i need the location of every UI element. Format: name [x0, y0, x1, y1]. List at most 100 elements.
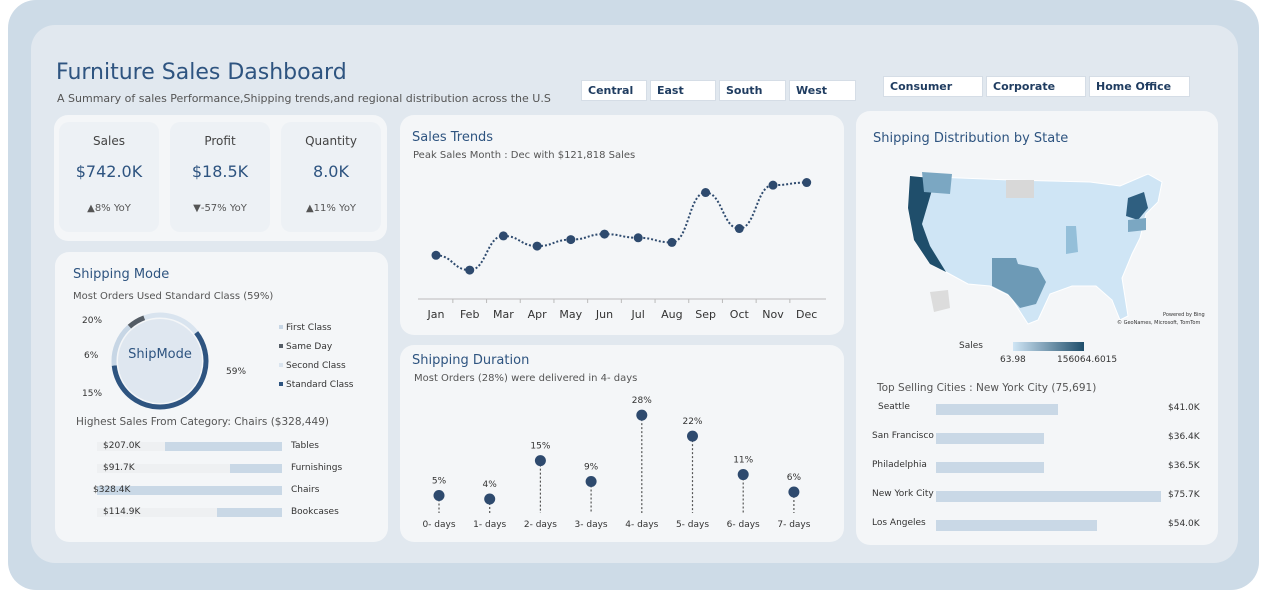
map-credit-bing: Powered by Bing: [1163, 312, 1205, 318]
city-label-philadelphia: Philadelphia: [872, 460, 927, 470]
shipping-mode-subtitle: Most Orders Used Standard Class (59%): [73, 291, 274, 302]
duration-tick-7-days: 7- days: [777, 520, 810, 530]
duration-label-3-days: 9%: [584, 463, 599, 473]
kpi-profit-value: $18.5K: [191, 162, 249, 181]
category-value-tables: $207.0K: [103, 441, 141, 451]
cities-title: Top Selling Cities : New York City (75,6…: [877, 382, 1097, 394]
slicer-segment-corporate[interactable]: Corporate: [986, 76, 1086, 97]
duration-label-4-days: 28%: [632, 396, 652, 406]
duration-tick-1-days: 1- days: [473, 520, 506, 530]
north-dakota-state: [1006, 180, 1034, 198]
shipping-mode-title: Shipping Mode: [73, 267, 170, 282]
kpi-sales-yoy: ▲8% YoY: [87, 203, 131, 214]
slicer-region-south[interactable]: South: [719, 80, 786, 101]
city-bar-new-york-city: [936, 491, 1161, 502]
city-bar-los-angeles: [936, 520, 1097, 531]
legend-swatch-same-day: [279, 344, 283, 348]
trend-tick-feb: Feb: [460, 308, 479, 321]
slicer-segment-home-office[interactable]: Home Office: [1089, 76, 1190, 97]
us-state-map: [907, 172, 1163, 325]
legend-swatch-standard-class: [279, 382, 283, 386]
duration-tick-0-days: 0- days: [422, 520, 455, 530]
trend-point-feb: [465, 265, 475, 275]
shipping-duration-title: Shipping Duration: [412, 353, 530, 368]
duration-label-5-days: 22%: [682, 417, 702, 427]
duration-label-6-days: 11%: [733, 456, 753, 466]
washington-state: [922, 172, 952, 194]
trend-point-jan: [431, 250, 441, 260]
donut-label-same-day: 6%: [84, 351, 99, 361]
shipping-duration-subtitle: Most Orders (28%) were delivered in 4- d…: [414, 373, 638, 384]
category-label-tables: Tables: [291, 441, 319, 451]
trend-point-aug: [667, 237, 677, 247]
alaska-shape: [930, 290, 950, 312]
category-bar-tables: [165, 442, 282, 451]
city-value-new-york-city: $75.7K: [1168, 490, 1200, 500]
duration-label-2-days: 15%: [530, 442, 550, 452]
shipmode-donut-chart: ShipMode 20% 6% 15% 59% First Class Same…: [82, 312, 354, 410]
map-title: Shipping Distribution by State: [873, 131, 1069, 146]
sales-trends-subtitle: Peak Sales Month : Dec with $121,818 Sal…: [413, 150, 636, 161]
map-legend-gradient: [1013, 342, 1084, 351]
donut-label-first-class: 15%: [82, 389, 102, 399]
page-title: Furniture Sales Dashboard: [56, 60, 347, 85]
trend-tick-jul: Jul: [631, 308, 645, 321]
trend-tick-oct: Oct: [730, 308, 750, 321]
duration-tick-6-days: 6- days: [727, 520, 760, 530]
category-bar-furnishings: [230, 464, 282, 473]
map-credit-geonames: © GeoNames, Microsoft, TomTom: [1117, 320, 1201, 326]
city-label-san-francisco: San Francisco: [872, 431, 934, 441]
map-legend-max: 156064.6015: [1057, 355, 1118, 365]
duration-point-1-days: [484, 493, 496, 505]
city-value-san-francisco: $36.4K: [1168, 432, 1200, 442]
shipping-duration-lollipop-chart: 5% 0- days 4% 1- days 15% 2- days 9% 3- days 28%…: [422, 396, 810, 530]
legend-same-day: Same Day: [286, 342, 333, 352]
slicer-segment-consumer[interactable]: Consumer: [883, 76, 983, 97]
trend-point-jul: [633, 233, 643, 243]
duration-tick-3-days: 3- days: [575, 520, 608, 530]
duration-point-0-days: [433, 490, 445, 502]
city-value-philadelphia: $36.5K: [1168, 461, 1200, 471]
legend-swatch-second-class: [279, 363, 283, 367]
trend-point-may: [566, 235, 576, 245]
kpi-profit-yoy: ▼-57% YoY: [193, 203, 247, 214]
category-value-bookcases: $114.9K: [103, 507, 141, 517]
page-subtitle: A Summary of sales Performance,Shipping …: [57, 92, 551, 105]
trend-tick-apr: Apr: [528, 308, 548, 321]
kpi-sales: Sales $742.0K ▲8% YoY: [59, 122, 159, 232]
map-legend-min: 63.98: [1000, 355, 1026, 365]
city-label-seattle: Seattle: [878, 402, 910, 412]
duration-tick-5-days: 5- days: [676, 520, 709, 530]
category-label-bookcases: Bookcases: [291, 507, 339, 517]
city-bar-seattle: [936, 404, 1058, 415]
donut-label-second-class: 20%: [82, 316, 102, 326]
slicer-region-west[interactable]: West: [789, 80, 856, 101]
category-value-chairs: $328.4K: [93, 485, 131, 495]
trend-point-sep: [701, 188, 711, 198]
slicer-region-east[interactable]: East: [650, 80, 716, 101]
trend-tick-mar: Mar: [493, 308, 514, 321]
category-value-furnishings: $91.7K: [103, 463, 135, 473]
map-legend-title: Sales: [959, 341, 983, 351]
legend-standard-class: Standard Class: [286, 380, 354, 390]
trend-tick-dec: Dec: [796, 308, 817, 321]
trend-tick-nov: Nov: [762, 308, 784, 321]
illinois-state: [1066, 226, 1078, 254]
kpi-quantity-label: Quantity: [305, 134, 357, 148]
city-bar-san-francisco: [936, 433, 1045, 444]
duration-tick-2-days: 2- days: [524, 520, 557, 530]
trend-tick-sep: Sep: [695, 308, 716, 321]
category-bar-bookcases: [217, 508, 282, 517]
trend-point-nov: [768, 180, 778, 190]
duration-point-2-days: [534, 455, 546, 467]
slicer-region-central[interactable]: Central: [581, 80, 647, 101]
donut-center-label: ShipMode: [128, 347, 192, 362]
duration-point-3-days: [585, 476, 597, 488]
duration-point-4-days: [636, 409, 648, 421]
city-value-seattle: $41.0K: [1168, 403, 1200, 413]
duration-point-5-days: [687, 430, 698, 442]
sales-trend-line: [435, 181, 807, 272]
duration-label-7-days: 6%: [787, 473, 802, 483]
trend-point-oct: [734, 224, 744, 234]
donut-label-standard-class: 59%: [226, 367, 246, 377]
